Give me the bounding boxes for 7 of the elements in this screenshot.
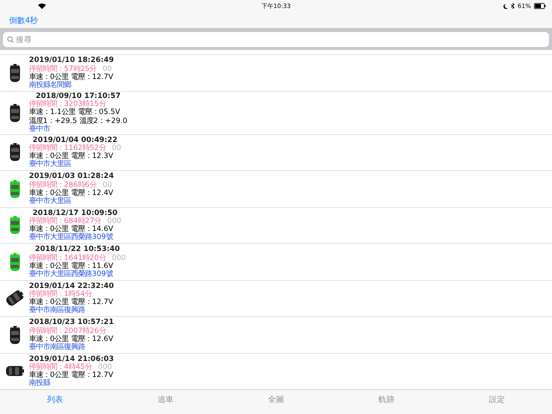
bluetooth-icon [510, 3, 515, 9]
moon-icon [502, 4, 508, 8]
tab[interactable]: 列表 [0, 390, 110, 405]
countdown-button[interactable]: 倒數4秒 [9, 14, 38, 26]
search-icon [7, 36, 14, 42]
battery-icon [534, 3, 546, 9]
wifi-icon [38, 3, 46, 9]
